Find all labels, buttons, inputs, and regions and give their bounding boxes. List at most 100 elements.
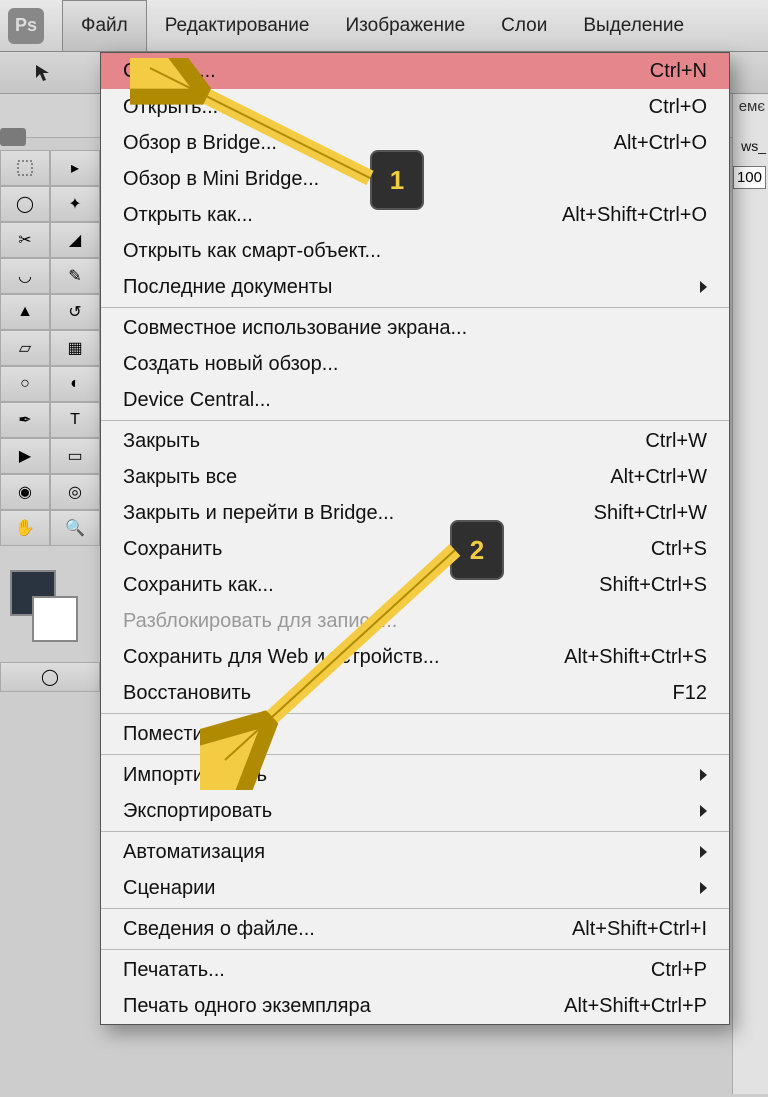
history-brush-tool[interactable]: ↺ <box>50 294 100 330</box>
clone-stamp-tool[interactable]: ▲ <box>0 294 50 330</box>
menu-item[interactable]: Закрыть все Alt+Ctrl+W <box>101 459 729 495</box>
menu-item[interactable]: Сохранить как... Shift+Ctrl+S <box>101 567 729 603</box>
3d-tool[interactable]: ◉ <box>0 474 50 510</box>
menu-separator <box>101 949 729 950</box>
menu-item[interactable]: Закрыть и перейти в Bridge... Shift+Ctrl+… <box>101 495 729 531</box>
right-value-input[interactable]: 100 <box>733 166 766 189</box>
menu-item-label: Device Central... <box>123 389 271 412</box>
menu-edit[interactable]: Редактирование <box>147 0 328 51</box>
crop-tool[interactable]: ✂ <box>0 222 50 258</box>
menu-image[interactable]: Изображение <box>327 0 483 51</box>
right-panel-edge <box>732 94 768 1094</box>
background-color[interactable] <box>32 596 78 642</box>
quick-mask-toggle[interactable]: ◯ <box>0 662 100 692</box>
menu-item-label: Создать... <box>123 60 216 83</box>
tools-panel: ▸ ◯ ✦ ✂ ◢ ◡✎ ▲↺ ▱▦ ○◐ ✒T ▶▭ ◉◎ ✋🔍 ◯ <box>0 150 100 692</box>
shape-tool[interactable]: ▭ <box>50 438 100 474</box>
menu-select[interactable]: Выделение <box>565 0 702 51</box>
submenu-arrow-icon <box>700 281 707 293</box>
menu-separator <box>101 713 729 714</box>
submenu-arrow-icon <box>700 846 707 858</box>
menu-item-label: Закрыть и перейти в Bridge... <box>123 502 394 525</box>
menu-item-label: Импортировать <box>123 764 267 787</box>
menu-separator <box>101 420 729 421</box>
menu-item[interactable]: Автоматизация <box>101 834 729 870</box>
move-tool[interactable]: ▸ <box>50 150 100 186</box>
menu-item[interactable]: Последние документы <box>101 269 729 305</box>
menu-item-label: Сохранить <box>123 538 222 561</box>
menu-item: Разблокировать для записи... <box>101 603 729 639</box>
menu-item-label: Разблокировать для записи... <box>123 610 397 633</box>
menu-item[interactable]: Экспортировать <box>101 793 729 829</box>
menu-item[interactable]: ВосстановитьF12 <box>101 675 729 711</box>
menu-item[interactable]: Поместить... <box>101 716 729 752</box>
menu-separator <box>101 831 729 832</box>
submenu-arrow-icon <box>700 805 707 817</box>
menu-item-label: Автоматизация <box>123 841 265 864</box>
eyedropper-tool[interactable]: ◢ <box>50 222 100 258</box>
3d-camera-tool[interactable]: ◎ <box>50 474 100 510</box>
menu-item[interactable]: Сохранить для Web и устройств...Alt+Shif… <box>101 639 729 675</box>
zoom-tool[interactable]: 🔍 <box>50 510 100 546</box>
type-tool[interactable]: T <box>50 402 100 438</box>
panel-collapse-tab[interactable] <box>0 128 26 146</box>
lasso-tool[interactable]: ◯ <box>0 186 50 222</box>
menu-item[interactable]: Сведения о файле... Alt+Shift+Ctrl+I <box>101 911 729 947</box>
healing-brush-tool[interactable]: ◡ <box>0 258 50 294</box>
menu-item-label: Закрыть <box>123 430 200 453</box>
menu-item-shortcut: Ctrl+S <box>651 538 707 561</box>
menu-item[interactable]: ЗакрытьCtrl+W <box>101 423 729 459</box>
menu-item-shortcut: Alt+Shift+Ctrl+P <box>564 995 707 1018</box>
eraser-tool[interactable]: ▱ <box>0 330 50 366</box>
menu-item[interactable]: Открыть как смарт-объект... <box>101 233 729 269</box>
menu-item-shortcut: Alt+Ctrl+O <box>614 132 707 155</box>
menu-item-shortcut: Shift+Ctrl+W <box>594 502 707 525</box>
dodge-tool[interactable]: ◐ <box>50 366 100 402</box>
path-select-tool[interactable]: ▶ <box>0 438 50 474</box>
menu-layers[interactable]: Слои <box>483 0 565 51</box>
menu-item-label: Открыть как смарт-объект... <box>123 240 381 263</box>
menu-item-label: Закрыть все <box>123 466 237 489</box>
annotation-badge-2: 2 <box>450 520 504 580</box>
quick-select-tool[interactable]: ✦ <box>50 186 100 222</box>
menubar: Ps Файл Редактирование Изображение Слои … <box>0 0 768 52</box>
menu-item[interactable]: Совместное использование экрана... <box>101 310 729 346</box>
menu-item-shortcut: Ctrl+P <box>651 959 707 982</box>
brush-tool[interactable]: ✎ <box>50 258 100 294</box>
menu-item[interactable]: Печать одного экземпляраAlt+Shift+Ctrl+P <box>101 988 729 1024</box>
menu-item[interactable]: Сохранить Ctrl+S <box>101 531 729 567</box>
menu-item-label: Экспортировать <box>123 800 272 823</box>
menu-item[interactable]: Device Central... <box>101 382 729 418</box>
menu-item-label: Сохранить как... <box>123 574 274 597</box>
menu-item-shortcut: Alt+Ctrl+W <box>610 466 707 489</box>
menu-item-label: Сведения о файле... <box>123 918 315 941</box>
menu-file[interactable]: Файл <box>62 0 147 51</box>
menu-item[interactable]: Создать новый обзор... <box>101 346 729 382</box>
menu-item-label: Открыть как... <box>123 204 253 227</box>
hand-tool[interactable]: ✋ <box>0 510 50 546</box>
menu-item-label: Последние документы <box>123 276 332 299</box>
gradient-tool[interactable]: ▦ <box>50 330 100 366</box>
submenu-arrow-icon <box>700 769 707 781</box>
app-logo: Ps <box>8 8 44 44</box>
menu-item-shortcut: Ctrl+N <box>650 60 707 83</box>
menu-separator <box>101 754 729 755</box>
right-partial-label-2: ws_ <box>741 138 766 154</box>
menu-item[interactable]: Создать... Ctrl+N <box>101 53 729 89</box>
menu-item-shortcut: Shift+Ctrl+S <box>599 574 707 597</box>
pen-tool[interactable]: ✒ <box>0 402 50 438</box>
menu-item-shortcut: F12 <box>673 682 707 705</box>
marquee-tool[interactable] <box>0 150 50 186</box>
blur-tool[interactable]: ○ <box>0 366 50 402</box>
menu-item[interactable]: Печатать...Ctrl+P <box>101 952 729 988</box>
menu-item[interactable]: Открыть...Ctrl+O <box>101 89 729 125</box>
menu-item-label: Поместить... <box>123 723 240 746</box>
submenu-arrow-icon <box>700 882 707 894</box>
menu-item-label: Сценарии <box>123 877 215 900</box>
menu-item[interactable]: Сценарии <box>101 870 729 906</box>
menu-item-shortcut: Alt+Shift+Ctrl+I <box>572 918 707 941</box>
menu-item-label: Открыть... <box>123 96 218 119</box>
menu-item[interactable]: Импортировать <box>101 757 729 793</box>
menu-item-label: Сохранить для Web и устройств... <box>123 646 440 669</box>
color-swatches[interactable] <box>0 570 100 642</box>
